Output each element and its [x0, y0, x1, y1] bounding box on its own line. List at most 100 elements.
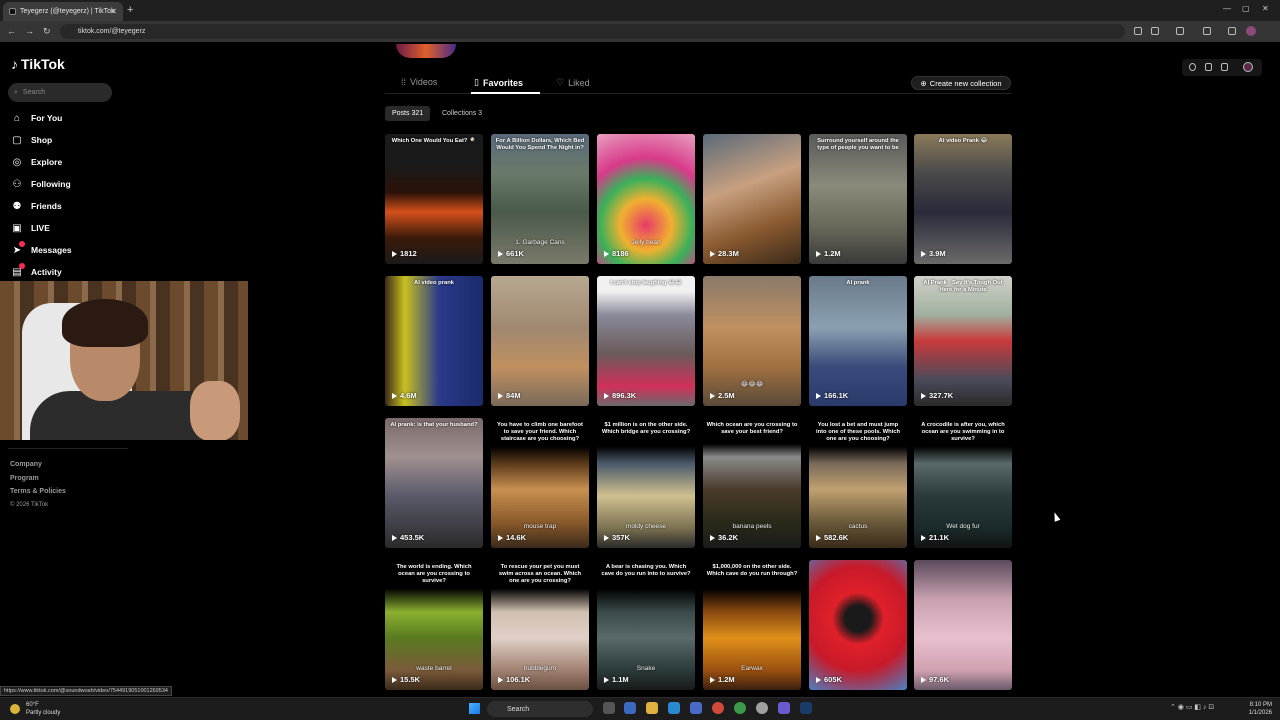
video-card[interactable]: To rescue your pet you must swim across … [491, 560, 589, 690]
tab-liked[interactable]: ♡ Liked [556, 77, 590, 88]
sidebar-item-following[interactable]: ⚇ Following [11, 178, 71, 190]
compass-toolbar-icon[interactable] [1189, 63, 1196, 71]
video-overlay-text: Snake [636, 665, 656, 672]
taskbar-search[interactable]: Search [487, 701, 593, 717]
view-count-value: 15.5K [400, 675, 421, 684]
video-card[interactable]: For A Billion Dollars, Which Bed Would Y… [491, 134, 589, 264]
device-icon[interactable] [1205, 63, 1212, 71]
weather-widget[interactable]: 60°F Partly cloudy [10, 701, 60, 717]
posts-filter-button[interactable]: Posts 321 [385, 106, 431, 121]
play-icon [921, 392, 926, 399]
view-count-value: 357K [612, 533, 630, 542]
video-card[interactable]: AI prank: is that your husband? 453.5K [385, 418, 483, 548]
bookmark-star-icon[interactable] [1151, 27, 1159, 35]
back-icon[interactable]: ← [7, 26, 16, 36]
download-icon[interactable] [1221, 63, 1228, 71]
extensions-icon[interactable] [1176, 27, 1184, 35]
active-tab-indicator [471, 92, 540, 94]
taskbar-search-label: Search [507, 705, 530, 713]
view-count-value: 605K [824, 675, 842, 684]
create-collection-button[interactable]: ⊕ Create new collection [911, 76, 1011, 90]
cast-icon[interactable] [1134, 27, 1142, 35]
steam-icon[interactable] [800, 702, 812, 714]
windows-start-icon[interactable] [469, 703, 480, 714]
weather-temperature: 60°F [26, 702, 39, 708]
mouse-cursor [1051, 511, 1061, 522]
view-count: 1812 [392, 249, 417, 258]
video-card[interactable]: A bear is chasing you. Which cave do you… [597, 560, 695, 690]
sidebar-item-live[interactable]: ▣ LIVE [11, 222, 50, 234]
video-card[interactable]: AI video prank 4.6M [385, 276, 483, 406]
video-card[interactable]: AI prank 166.1K [809, 276, 907, 406]
sidebar-item-shop[interactable]: ▢ Shop [11, 134, 52, 146]
video-card[interactable]: $1 million is on the other side. Which b… [597, 418, 695, 548]
sidebar-item-friends[interactable]: ⚉ Friends [11, 200, 62, 212]
sidebar-item-for-you[interactable]: ⌂ For You [11, 112, 62, 124]
footer-link-terms[interactable]: Terms & Policies [10, 485, 66, 499]
tab-favorites[interactable]: ▯ Favorites [474, 77, 523, 88]
video-card[interactable]: 😂😂😂 2.5M [703, 276, 801, 406]
video-card[interactable]: 28.3M [703, 134, 801, 264]
video-caption: AI video Prank 😂 [938, 138, 988, 144]
tab-close-icon[interactable]: ✕ [110, 7, 117, 16]
sidebar-item-activity[interactable]: ▤ Activity [11, 263, 62, 278]
minimize-icon[interactable]: — [1223, 4, 1231, 13]
forward-icon[interactable]: → [25, 26, 34, 36]
video-card[interactable]: Which One Would You Eat? 🍳 1812 [385, 134, 483, 264]
menu-icon[interactable] [1228, 27, 1236, 35]
footer-link-company[interactable]: Company [10, 458, 66, 472]
copilot-icon[interactable] [624, 702, 636, 714]
video-card[interactable]: AI Prank - Say It's Tough Out Here for a… [914, 276, 1012, 406]
video-card[interactable]: 84M [491, 276, 589, 406]
clock-date: 1/1/2026 [1248, 710, 1272, 716]
footer-link-program[interactable]: Program [10, 472, 66, 486]
edge-icon[interactable] [668, 702, 680, 714]
view-count: 106.1K [498, 675, 530, 684]
webcam-overlay [0, 281, 248, 440]
view-count-value: 166.1K [824, 391, 849, 400]
sidebar-item-explore[interactable]: ◎ Explore [11, 156, 63, 168]
file-explorer-icon[interactable] [646, 702, 658, 714]
taskbar-clock[interactable]: 8:10 PM 1/1/2026 [1240, 701, 1272, 717]
video-card[interactable]: A crocodile is after you, which ocean ar… [914, 418, 1012, 548]
tab-videos[interactable]: ⁞⁞ Videos [401, 77, 437, 87]
video-card[interactable]: The world is ending. Which ocean are you… [385, 560, 483, 690]
sidebar-item-messages[interactable]: ➤ Messages [11, 241, 72, 256]
collections-filter-button[interactable]: Collections 3 [435, 106, 489, 121]
video-card[interactable]: You have to climb one barefoot to save y… [491, 418, 589, 548]
play-icon [816, 534, 821, 541]
video-card[interactable]: $1,000,000 on the other side. Which cave… [703, 560, 801, 690]
task-view-icon[interactable] [603, 702, 615, 714]
window-close-icon[interactable]: ✕ [1262, 4, 1269, 13]
search-input[interactable]: ⌕ Search [8, 83, 112, 102]
system-tray-icons[interactable]: ⌃ ◉ ▭ ◧ ♪ ⊡ [1170, 703, 1214, 711]
browser-tab[interactable]: Teyegerz (@teyegerz) | TikTok ✕ [3, 2, 123, 21]
video-card[interactable]: You lost a bet and must jump into one of… [809, 418, 907, 548]
video-card[interactable]: 605K [809, 560, 907, 690]
chrome-active-icon[interactable] [734, 702, 746, 714]
new-tab-button[interactable]: + [127, 4, 133, 16]
play-icon [816, 250, 821, 257]
video-caption: $1 million is on the other side. Which b… [601, 422, 691, 435]
play-icon [392, 392, 397, 399]
video-card[interactable]: Surround yourself around the type of peo… [809, 134, 907, 264]
view-count-value: 661K [506, 249, 524, 258]
video-card[interactable]: I can't stop laughing 😂😂 896.3K [597, 276, 695, 406]
video-card[interactable]: AI video Prank 😂 3.9M [914, 134, 1012, 264]
discord-icon[interactable] [778, 702, 790, 714]
obs-icon[interactable] [756, 702, 768, 714]
browser-profile-avatar[interactable] [1246, 26, 1256, 36]
video-card[interactable]: 97.6K [914, 560, 1012, 690]
store-icon[interactable] [690, 702, 702, 714]
video-card[interactable]: Jelly bean 8186 [597, 134, 695, 264]
user-avatar[interactable] [1243, 62, 1253, 72]
video-card[interactable]: Which ocean are you crossing to save you… [703, 418, 801, 548]
tiktok-logo[interactable]: ♪ TikTok [11, 56, 65, 72]
chrome-icon[interactable] [712, 702, 724, 714]
video-overlay-text: moldy cheese [625, 523, 667, 530]
maximize-icon[interactable]: ▢ [1242, 4, 1250, 13]
sidebar-icon[interactable] [1203, 27, 1211, 35]
url-field[interactable]: tiktok.com/@teyegerz [60, 24, 1125, 39]
play-icon [921, 534, 926, 541]
reload-icon[interactable]: ↻ [43, 26, 51, 37]
